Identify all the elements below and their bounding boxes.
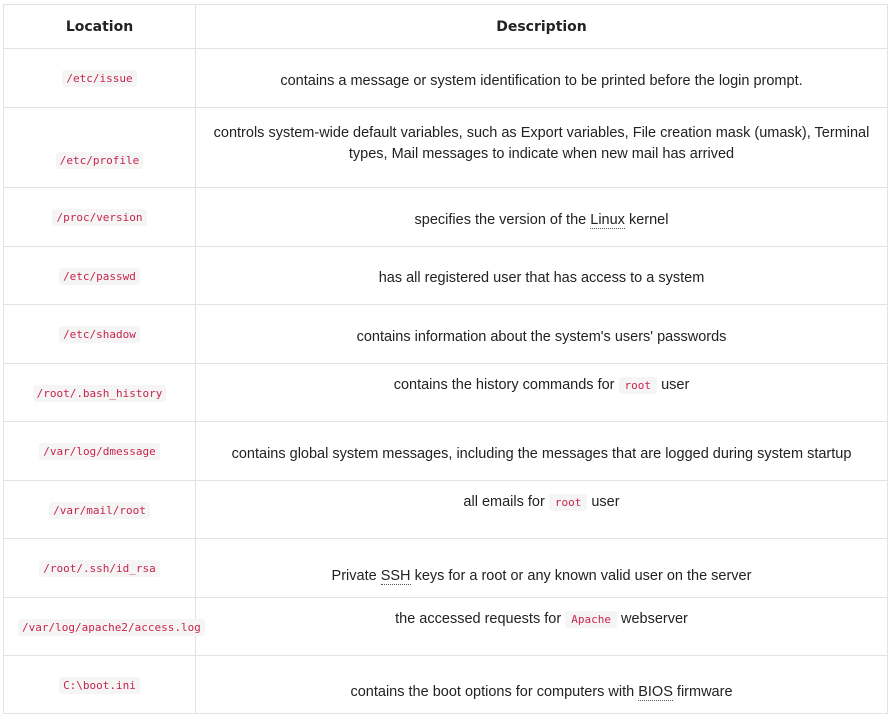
description-text: Private <box>331 567 377 584</box>
file-path: /etc/passwd <box>59 267 140 285</box>
table-row: /etc/issue contains a message or system … <box>3 48 888 108</box>
description-text: specifies the version of the <box>414 211 587 228</box>
row-description: contains a message or system identificat… <box>195 48 888 108</box>
file-path: /proc/version <box>52 209 147 226</box>
glossary-term: BIOS <box>638 684 673 701</box>
description-text: contains the boot options for computers … <box>350 684 635 700</box>
file-locations-table: Location Description /etc/issue contains… <box>3 4 888 714</box>
table-row: /root/.ssh/id_rsa Private SSH keys for a… <box>3 538 888 598</box>
table-row: /var/mail/root all emails for root user <box>3 480 888 539</box>
file-path: /etc/profile <box>55 151 144 169</box>
table-row: /var/log/dmessage contains global system… <box>3 421 888 481</box>
description-text: keys for a root or any known valid user … <box>414 567 752 584</box>
inline-code: root <box>548 494 588 511</box>
table-row: /etc/profile controls system-wide defaul… <box>3 107 888 188</box>
table-row: /etc/passwd has all registered user that… <box>3 246 888 305</box>
table-row: /var/log/apache2/access.log the accessed… <box>3 597 888 656</box>
file-path: /var/mail/root <box>49 501 150 519</box>
description-text: webserver <box>620 611 688 627</box>
description-text: kernel <box>628 211 669 228</box>
row-description: specifies the version of the Linux kerne… <box>195 187 888 247</box>
table-row: /root/.bash_history contains the history… <box>3 363 888 422</box>
table-row: C:\boot.ini contains the boot options fo… <box>3 655 888 714</box>
table-row: /proc/version specifies the version of t… <box>3 187 888 247</box>
file-path: /root/.bash_history <box>32 384 167 402</box>
column-header-location: Location <box>3 4 196 49</box>
row-description: contains the boot options for computers … <box>195 655 888 714</box>
row-description: contains global system messages, includi… <box>195 421 888 481</box>
file-path: /var/log/apache2/access.log <box>18 618 205 636</box>
file-path: /root/.ssh/id_rsa <box>39 560 160 577</box>
row-description: controls system-wide default variables, … <box>195 107 888 188</box>
row-description: contains the history commands for root u… <box>195 363 888 422</box>
row-description: the accessed requests for Apache webserv… <box>195 597 888 656</box>
table-row: /etc/shadow contains information about t… <box>3 304 888 364</box>
row-description: contains information about the system's … <box>195 304 888 364</box>
description-text: user <box>591 494 620 510</box>
description-text: the accessed requests for <box>395 611 562 627</box>
table-header-row: Location Description <box>3 4 888 49</box>
glossary-term: SSH <box>380 567 411 585</box>
description-text: all emails for <box>463 494 545 510</box>
row-description: has all registered user that has access … <box>195 246 888 305</box>
description-text: firmware <box>676 684 733 700</box>
file-path: /etc/issue <box>62 70 137 87</box>
inline-code: root <box>618 377 658 394</box>
file-path: /etc/shadow <box>59 326 140 343</box>
column-header-description: Description <box>195 4 888 49</box>
file-path: C:\boot.ini <box>59 676 140 694</box>
description-text: user <box>661 377 690 393</box>
row-description: all emails for root user <box>195 480 888 539</box>
glossary-term: Linux <box>590 211 625 229</box>
description-text: contains the history commands for <box>393 377 615 393</box>
row-description: Private SSH keys for a root or any known… <box>195 538 888 598</box>
inline-code: Apache <box>565 611 617 628</box>
file-path: /var/log/dmessage <box>39 443 160 460</box>
